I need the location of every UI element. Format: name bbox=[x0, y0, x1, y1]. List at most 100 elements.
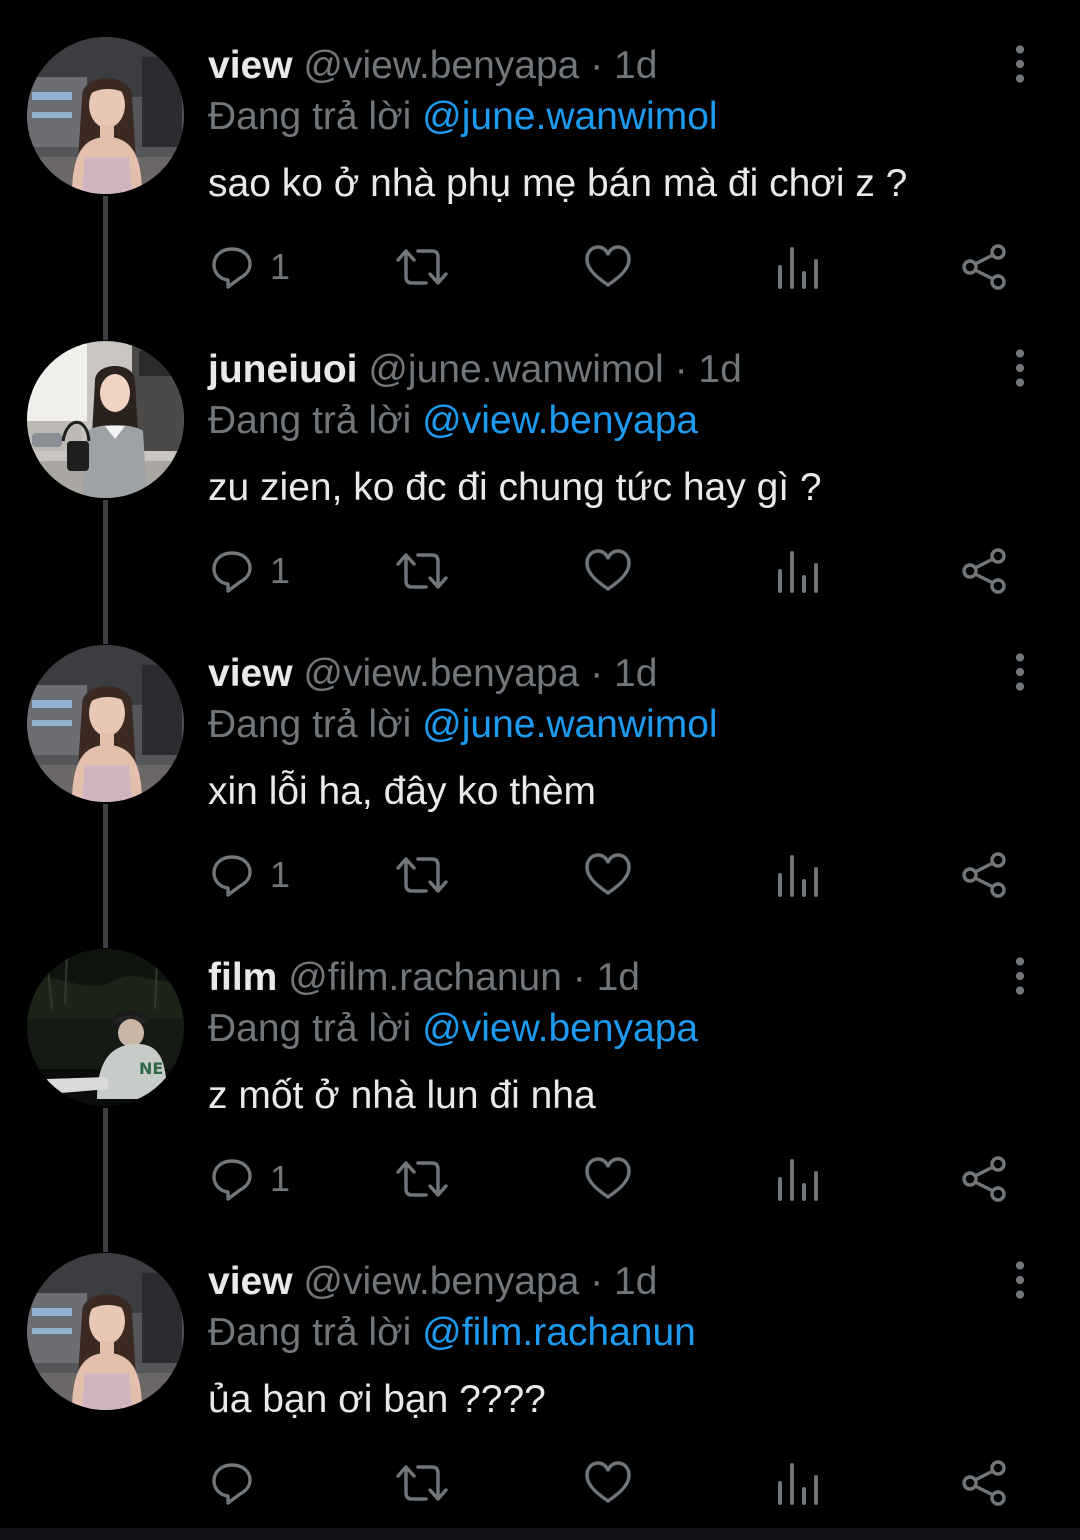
more-options-button[interactable] bbox=[1000, 346, 1040, 390]
share-button[interactable] bbox=[960, 237, 1008, 297]
retweet-icon bbox=[394, 851, 450, 899]
like-button[interactable] bbox=[584, 1149, 632, 1209]
replying-to-label: Đang trả lời bbox=[208, 399, 412, 442]
tweet-text: zu zien, ko đc đi chung tức hay gì ? bbox=[208, 466, 822, 509]
retweet-button[interactable] bbox=[394, 541, 450, 601]
tweet-text: z mốt ở nhà lun đi nha bbox=[208, 1074, 596, 1117]
more-vertical-icon bbox=[1010, 44, 1030, 84]
replying-to-label: Đang trả lời bbox=[208, 1007, 412, 1050]
retweet-button[interactable] bbox=[394, 845, 450, 905]
action-bar: 1 bbox=[208, 541, 1028, 601]
user-handle[interactable]: @view.benyapa bbox=[303, 652, 579, 695]
replying-to-label: Đang trả lời bbox=[208, 703, 412, 746]
tweet-header: view @view.benyapa · 1d bbox=[208, 42, 657, 90]
replying-to: Đang trả lời @view.benyapa bbox=[208, 1004, 698, 1054]
bottom-divider bbox=[0, 1528, 1080, 1540]
like-button[interactable] bbox=[584, 237, 632, 297]
like-button[interactable] bbox=[584, 845, 632, 905]
replying-to: Đang trả lời @june.wanwimol bbox=[208, 700, 718, 750]
tweet[interactable]: view @view.benyapa · 1d Đang trả lời @ju… bbox=[0, 0, 1080, 304]
like-button[interactable] bbox=[584, 541, 632, 601]
more-options-button[interactable] bbox=[1000, 42, 1040, 86]
user-handle[interactable]: @view.benyapa bbox=[303, 1260, 579, 1303]
tweet-text: ủa bạn ơi bạn ???? bbox=[208, 1378, 546, 1421]
reply-count: 1 bbox=[270, 1158, 291, 1199]
views-button[interactable] bbox=[774, 845, 822, 905]
views-icon bbox=[774, 851, 822, 899]
avatar[interactable] bbox=[27, 949, 184, 1106]
avatar[interactable] bbox=[27, 341, 184, 498]
action-bar: 1 bbox=[208, 1149, 1028, 1209]
views-icon bbox=[774, 547, 822, 595]
retweet-icon bbox=[394, 243, 450, 291]
separator-dot: · bbox=[590, 1260, 604, 1303]
user-handle[interactable]: @film.rachanun bbox=[288, 956, 562, 999]
heart-icon bbox=[584, 243, 632, 291]
reply-mention-link[interactable]: @film.rachanun bbox=[422, 1311, 696, 1354]
more-options-button[interactable] bbox=[1000, 1258, 1040, 1302]
tweet[interactable]: film @film.rachanun · 1d Đang trả lời @v… bbox=[0, 912, 1080, 1216]
timestamp[interactable]: 1d bbox=[597, 956, 640, 999]
share-button[interactable] bbox=[960, 1149, 1008, 1209]
like-button[interactable] bbox=[584, 1453, 632, 1513]
reply-count: 1 bbox=[270, 246, 291, 287]
retweet-button[interactable] bbox=[394, 1453, 450, 1513]
retweet-button[interactable] bbox=[394, 1149, 450, 1209]
timestamp[interactable]: 1d bbox=[614, 1260, 657, 1303]
tweet[interactable]: view @view.benyapa · 1d Đang trả lời @fi… bbox=[0, 1216, 1080, 1520]
reply-icon bbox=[208, 1459, 256, 1507]
views-button[interactable] bbox=[774, 1149, 822, 1209]
timestamp[interactable]: 1d bbox=[614, 652, 657, 695]
heart-icon bbox=[584, 851, 632, 899]
display-name[interactable]: juneiuoi bbox=[208, 348, 358, 391]
separator-dot: · bbox=[590, 652, 604, 695]
thread-connector bbox=[103, 1108, 108, 1252]
views-button[interactable] bbox=[774, 1453, 822, 1513]
display-name[interactable]: view bbox=[208, 1260, 293, 1303]
reply-icon bbox=[208, 547, 256, 595]
timestamp[interactable]: 1d bbox=[614, 44, 657, 87]
more-vertical-icon bbox=[1010, 956, 1030, 996]
reply-mention-link[interactable]: @june.wanwimol bbox=[422, 703, 717, 746]
reply-mention-link[interactable]: @june.wanwimol bbox=[422, 95, 717, 138]
retweet-icon bbox=[394, 547, 450, 595]
display-name[interactable]: view bbox=[208, 652, 293, 695]
tweet-header: view @view.benyapa · 1d bbox=[208, 1258, 657, 1306]
reply-button[interactable]: 1 bbox=[208, 845, 290, 905]
replying-to: Đang trả lời @view.benyapa bbox=[208, 396, 698, 446]
reply-count: 1 bbox=[270, 854, 291, 895]
heart-icon bbox=[584, 547, 632, 595]
more-vertical-icon bbox=[1010, 1260, 1030, 1300]
retweet-icon bbox=[394, 1459, 450, 1507]
retweet-button[interactable] bbox=[394, 237, 450, 297]
reply-button[interactable]: 1 bbox=[208, 237, 290, 297]
reply-icon bbox=[208, 243, 256, 291]
avatar[interactable] bbox=[27, 1253, 184, 1410]
action-bar: 1 bbox=[208, 237, 1028, 297]
reply-button[interactable] bbox=[208, 1453, 270, 1513]
avatar[interactable] bbox=[27, 645, 184, 802]
share-button[interactable] bbox=[960, 1453, 1008, 1513]
share-icon bbox=[960, 851, 1008, 899]
share-button[interactable] bbox=[960, 845, 1008, 905]
tweet-text: sao ko ở nhà phụ mẹ bán mà đi chơi z ? bbox=[208, 162, 908, 205]
more-options-button[interactable] bbox=[1000, 954, 1040, 998]
views-button[interactable] bbox=[774, 541, 822, 601]
tweet[interactable]: juneiuoi @june.wanwimol · 1d Đang trả lờ… bbox=[0, 304, 1080, 608]
more-options-button[interactable] bbox=[1000, 650, 1040, 694]
display-name[interactable]: view bbox=[208, 44, 293, 87]
tweet[interactable]: view @view.benyapa · 1d Đang trả lời @ju… bbox=[0, 608, 1080, 912]
reply-button[interactable]: 1 bbox=[208, 1149, 290, 1209]
user-handle[interactable]: @view.benyapa bbox=[303, 44, 579, 87]
avatar[interactable] bbox=[27, 37, 184, 194]
reply-mention-link[interactable]: @view.benyapa bbox=[422, 399, 698, 442]
retweet-icon bbox=[394, 1155, 450, 1203]
action-bar: 1 bbox=[208, 845, 1028, 905]
reply-button[interactable]: 1 bbox=[208, 541, 290, 601]
views-button[interactable] bbox=[774, 237, 822, 297]
timestamp[interactable]: 1d bbox=[698, 348, 741, 391]
reply-mention-link[interactable]: @view.benyapa bbox=[422, 1007, 698, 1050]
user-handle[interactable]: @june.wanwimol bbox=[368, 348, 663, 391]
display-name[interactable]: film bbox=[208, 956, 277, 999]
share-button[interactable] bbox=[960, 541, 1008, 601]
